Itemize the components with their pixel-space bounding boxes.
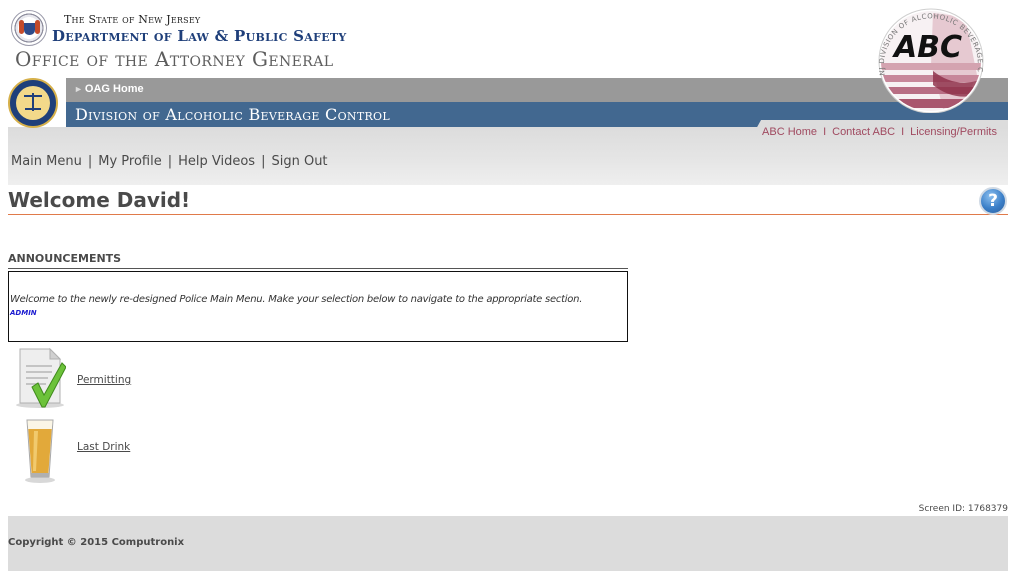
- arrow-bullet-icon: ►: [74, 84, 83, 94]
- announcements-box: Welcome to the newly re-designed Police …: [8, 271, 628, 342]
- menu-item-last-drink[interactable]: Last Drink: [10, 417, 210, 483]
- copyright: Copyright © 2015 Computronix: [8, 537, 185, 548]
- nav-sign-out[interactable]: Sign Out: [271, 154, 327, 169]
- main-nav: Main Menu | My Profile | Help Videos | Sign Ou…: [11, 154, 328, 169]
- oag-home-link[interactable]: ► OAG Home: [74, 83, 144, 95]
- announcement-message: Welcome to the newly re-designed Police …: [10, 294, 583, 305]
- nav-separator: |: [167, 154, 173, 169]
- state-name: The State of New Jersey: [64, 13, 201, 26]
- scales-of-justice-icon: [24, 93, 42, 111]
- abc-home-link[interactable]: ABC Home: [762, 126, 817, 138]
- help-button[interactable]: ?: [979, 187, 1007, 215]
- nav-help-videos[interactable]: Help Videos: [178, 154, 255, 169]
- screen-id: Screen ID: 1768379: [918, 504, 1008, 514]
- page-title: Welcome David!: [8, 188, 191, 212]
- department-name: Department of Law & Public Safety: [52, 27, 347, 45]
- attorney-general-seal-icon: [8, 78, 58, 128]
- abc-logo-text: ABC: [892, 30, 962, 65]
- document-checkmark-icon[interactable]: [14, 347, 66, 409]
- office-name: Office of the Attorney General: [15, 47, 334, 71]
- oag-band: [66, 78, 1008, 102]
- division-name: Division of Alcoholic Beverage Control: [75, 105, 390, 124]
- abc-links: ABC Home I Contact ABC I Licensing/Permits: [762, 126, 997, 138]
- last-drink-link[interactable]: Last Drink: [77, 441, 130, 453]
- menu-item-permitting[interactable]: Permitting: [10, 345, 210, 409]
- beer-glass-icon[interactable]: [24, 417, 56, 483]
- site-banner: The State of New Jersey Department of La…: [8, 0, 1008, 185]
- nav-separator: |: [261, 154, 266, 169]
- announcements-heading: ANNOUNCEMENTS: [8, 252, 628, 269]
- link-separator: I: [823, 126, 827, 138]
- nav-my-profile[interactable]: My Profile: [98, 154, 161, 169]
- welcome-header: Welcome David! ?: [8, 186, 1008, 215]
- abc-logo: NJ DIVISION OF ALCOHOLIC BEVERAGE CONTRO…: [873, 5, 984, 113]
- link-separator: I: [901, 126, 905, 138]
- permitting-link[interactable]: Permitting: [77, 374, 131, 386]
- licensing-permits-link[interactable]: Licensing/Permits: [910, 126, 997, 138]
- question-mark-icon: ?: [988, 191, 998, 211]
- footer: Copyright © 2015 Computronix: [8, 516, 1008, 571]
- contact-abc-link[interactable]: Contact ABC: [832, 126, 895, 138]
- nav-main-menu[interactable]: Main Menu: [11, 154, 82, 169]
- nj-state-seal-icon: [11, 10, 47, 46]
- announcement-author: ADMIN: [10, 309, 37, 317]
- nav-separator: |: [87, 154, 93, 169]
